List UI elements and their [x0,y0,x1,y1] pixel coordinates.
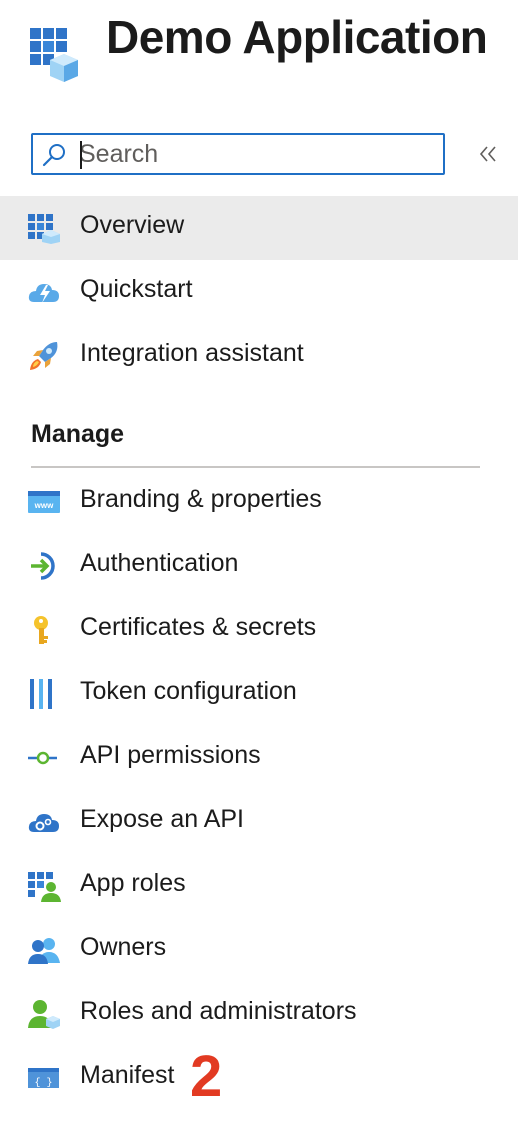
cloud-gear-icon [28,814,59,832]
nav-item-integration-assistant[interactable]: Integration assistant [0,324,518,388]
nav-item-label: Manifest [80,1061,175,1089]
token-bars-icon [30,679,52,709]
nav-item-roles-administrators[interactable]: Roles and administrators [0,982,518,1046]
svg-text:{ }: { } [34,1077,52,1089]
app-header: Demo Application [0,0,518,100]
nav-item-branding-properties[interactable]: www Branding & properties [0,470,518,534]
search-icon [42,144,65,167]
user-roles-icon [28,1000,60,1029]
search-input[interactable] [79,138,429,170]
api-link-icon [28,751,57,765]
app-grid-cube-icon [28,214,60,244]
svg-text:www: www [34,501,54,510]
nav-item-authentication[interactable]: Authentication [0,534,518,598]
nav-item-certificates-secrets[interactable]: Certificates & secrets [0,598,518,662]
section-divider [31,466,480,468]
app-roles-grid-user-icon [28,872,61,902]
nav-item-label: Branding & properties [80,485,322,513]
nav-item-label: Quickstart [80,275,193,303]
nav-item-label: Token configuration [80,677,297,705]
nav-item-label: Authentication [80,549,239,577]
section-title-manage: Manage [31,420,125,448]
nav-item-expose-an-api[interactable]: Expose an API [0,790,518,854]
nav-item-label: Integration assistant [80,339,304,367]
nav-item-app-roles[interactable]: App roles [0,854,518,918]
nav-item-label: Roles and administrators [80,997,357,1025]
step-number-annotation: 2 [190,1044,223,1109]
double-chevron-left-icon[interactable] [476,142,500,166]
nav-item-label: Certificates & secrets [80,613,317,641]
manifest-braces-icon: { } [28,1068,59,1089]
text-caret [80,141,82,169]
nav-item-label: Owners [80,933,167,961]
nav-item-label: Expose an API [80,805,245,833]
key-icon [34,616,48,644]
rocket-icon [30,342,58,370]
nav-item-label: App roles [80,869,186,897]
nav-item-manifest[interactable]: { } Manifest [0,1046,518,1110]
nav-item-owners[interactable]: Owners [0,918,518,982]
www-window-icon: www [28,491,60,513]
two-users-icon [28,938,60,964]
nav-item-label: Overview [80,211,185,239]
nav-item-overview[interactable]: Overview [0,196,518,260]
nav-item-label: API permissions [80,741,261,769]
nav-item-quickstart[interactable]: Quickstart [0,260,518,324]
nav-item-api-permissions[interactable]: API permissions [0,726,518,790]
sign-in-arrow-icon [31,552,55,580]
app-grid-cube-icon [30,28,78,82]
search-box[interactable] [31,133,445,175]
cloud-lightning-icon [28,284,59,303]
page-title: Demo Application [106,11,488,63]
nav-item-token-configuration[interactable]: Token configuration [0,662,518,726]
